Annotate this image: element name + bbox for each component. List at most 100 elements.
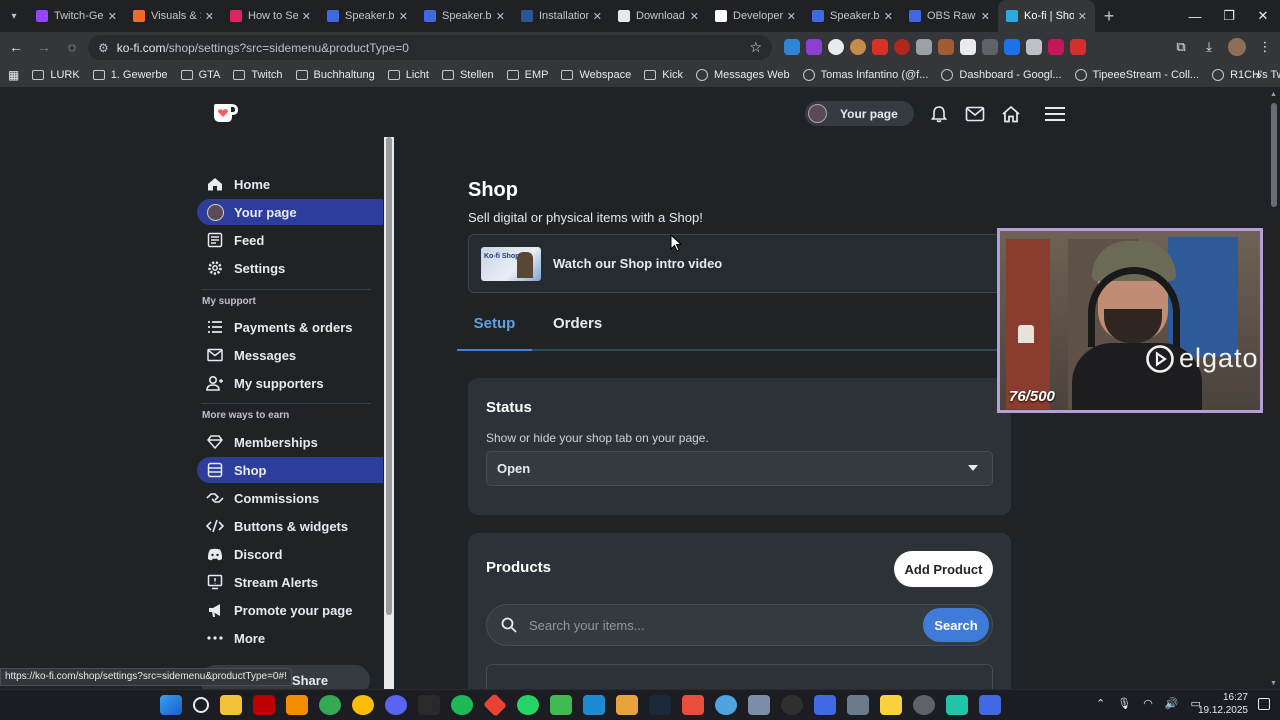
chrome-icon[interactable]	[319, 695, 341, 715]
bookmark-item[interactable]: Webspace	[561, 69, 631, 81]
extension-icon[interactable]	[1070, 39, 1086, 55]
notepad-icon[interactable]	[550, 695, 572, 715]
restore-button[interactable]: ❐	[1212, 0, 1246, 32]
extensions-puzzle-icon[interactable]: ⧉	[1172, 38, 1190, 56]
hamburger-menu-icon[interactable]	[1044, 103, 1066, 125]
vlc-icon[interactable]	[286, 695, 308, 715]
chevron-up-icon[interactable]: ⌃	[1096, 697, 1105, 710]
app-icon[interactable]	[946, 695, 968, 715]
search-button[interactable]: Search	[923, 608, 989, 642]
your-page-button[interactable]: Your page	[805, 101, 914, 126]
back-button[interactable]: ←	[4, 39, 28, 55]
volume-icon[interactable]: 🔊	[1165, 697, 1179, 710]
taskbar-clock[interactable]: 16:27 19.12.2025	[1198, 691, 1248, 717]
bookmark-item[interactable]: Kick	[644, 69, 683, 81]
home-icon[interactable]	[1000, 103, 1022, 125]
sidebar-item-commissions[interactable]: Commissions	[197, 485, 383, 511]
more-bookmarks-icon[interactable]: »	[1255, 68, 1262, 82]
close-tab-icon[interactable]: ✕	[884, 10, 893, 23]
app-icon[interactable]	[715, 695, 737, 715]
page-scroll-thumb[interactable]	[1271, 103, 1277, 207]
sidebar-item-home[interactable]: Home	[197, 171, 383, 197]
add-product-button[interactable]: Add Product	[894, 551, 993, 587]
close-window-button[interactable]: ✕	[1246, 0, 1280, 32]
kofi-logo[interactable]	[212, 101, 240, 125]
close-tab-icon[interactable]: ✕	[593, 10, 602, 23]
sidebar-item-discord[interactable]: Discord	[197, 541, 383, 567]
mail-icon[interactable]	[964, 103, 986, 125]
bookmark-item[interactable]: Twitch	[233, 69, 283, 81]
wifi-icon[interactable]: ◠	[1143, 697, 1153, 710]
sidebar-item-settings[interactable]: Settings	[197, 255, 383, 281]
bookmark-item[interactable]: Messages Web	[696, 68, 790, 81]
app-icon[interactable]	[748, 695, 770, 715]
address-bar[interactable]: ⚙ ko-fi.com/shop/settings?src=sidemenu&p…	[88, 35, 772, 60]
close-tab-icon[interactable]: ✕	[205, 10, 214, 23]
extension-icon[interactable]	[872, 39, 888, 55]
bookmark-item[interactable]: Tomas Infantino (@f...	[802, 68, 928, 81]
browser-tab[interactable]: OBS Raw G ✕	[901, 0, 998, 32]
extension-icon[interactable]	[1048, 39, 1064, 55]
new-tab-button[interactable]: +	[1095, 6, 1123, 27]
extension-icon[interactable]	[850, 39, 866, 55]
apps-grid-icon[interactable]: ▦	[8, 68, 19, 82]
bookmark-item[interactable]: EMP	[506, 69, 548, 81]
extension-icon[interactable]	[960, 39, 976, 55]
bookmark-item[interactable]: LURK	[32, 69, 80, 81]
close-tab-icon[interactable]: ✕	[496, 10, 505, 23]
sidebar-item-memberships[interactable]: Memberships	[197, 429, 383, 455]
app-icon[interactable]	[616, 695, 638, 715]
tab-orders[interactable]: Orders	[553, 309, 602, 351]
chrome-profile-icon[interactable]	[352, 695, 374, 715]
sidebar-item-payments[interactable]: Payments & orders	[197, 314, 383, 340]
bell-icon[interactable]	[928, 103, 950, 125]
close-tab-icon[interactable]: ✕	[1078, 10, 1087, 23]
whatsapp-icon[interactable]	[517, 695, 539, 715]
sidebar-item-feed[interactable]: Feed	[197, 227, 383, 253]
steam-icon[interactable]	[649, 695, 671, 715]
extension-icon[interactable]	[894, 39, 910, 55]
extension-icon[interactable]	[828, 39, 844, 55]
profile-avatar[interactable]	[1228, 38, 1246, 56]
browser-tab[interactable]: Developers ✕	[707, 0, 804, 32]
close-tab-icon[interactable]: ✕	[787, 10, 796, 23]
browser-tab[interactable]: Download ✕	[610, 0, 707, 32]
scroll-up-icon[interactable]: ▲	[1270, 91, 1277, 98]
page-scrollbar[interactable]: ▲ ▼	[1268, 89, 1280, 689]
close-tab-icon[interactable]: ✕	[399, 10, 408, 23]
site-info-icon[interactable]: ⚙	[98, 41, 109, 55]
extension-icon[interactable]	[916, 39, 932, 55]
sidebar-item-messages[interactable]: Messages	[197, 342, 383, 368]
bookmark-item[interactable]: TipeeeStream - Coll...	[1074, 68, 1199, 81]
browser-tab[interactable]: How to Set ✕	[222, 0, 319, 32]
intro-video-card[interactable]: Ko-fi Shop Watch our Shop intro video	[468, 234, 1028, 293]
app-icon[interactable]	[913, 695, 935, 715]
filezilla-icon[interactable]	[253, 695, 275, 715]
app-icon[interactable]	[814, 695, 836, 715]
tab-setup[interactable]: Setup	[457, 309, 532, 351]
file-explorer-icon[interactable]	[220, 695, 242, 715]
discord-icon[interactable]	[385, 695, 407, 715]
bookmark-item[interactable]: GTA	[180, 69, 220, 81]
bookmark-item[interactable]: Licht	[387, 69, 429, 81]
browser-tab[interactable]: Speaker.bo ✕	[319, 0, 416, 32]
extension-icon[interactable]	[1026, 39, 1042, 55]
sidebar-item-promote[interactable]: Promote your page	[197, 597, 383, 623]
status-select[interactable]: Open	[486, 451, 993, 486]
vscode-icon[interactable]	[583, 695, 605, 715]
bookmark-item[interactable]: R1CH's Twitch Analy...	[1212, 68, 1280, 81]
sidebar-item-supporters[interactable]: My supporters	[197, 370, 383, 396]
extension-icon[interactable]	[938, 39, 954, 55]
close-tab-icon[interactable]: ✕	[108, 10, 117, 23]
browser-tab[interactable]: Speaker.bo ✕	[416, 0, 513, 32]
obs-icon[interactable]	[781, 695, 803, 715]
extension-icon[interactable]	[982, 39, 998, 55]
sticky-notes-icon[interactable]	[880, 695, 902, 715]
browser-tab[interactable]: Installation ✕	[513, 0, 610, 32]
browser-tab[interactable]: Ko-fi | Shop ✕	[998, 0, 1095, 32]
bookmark-star-icon[interactable]: ☆	[749, 39, 762, 56]
close-tab-icon[interactable]: ✕	[302, 10, 311, 23]
app-icon[interactable]	[979, 695, 1001, 715]
sidebar-item-more[interactable]: More	[197, 625, 383, 651]
extension-icon[interactable]	[1004, 39, 1020, 55]
